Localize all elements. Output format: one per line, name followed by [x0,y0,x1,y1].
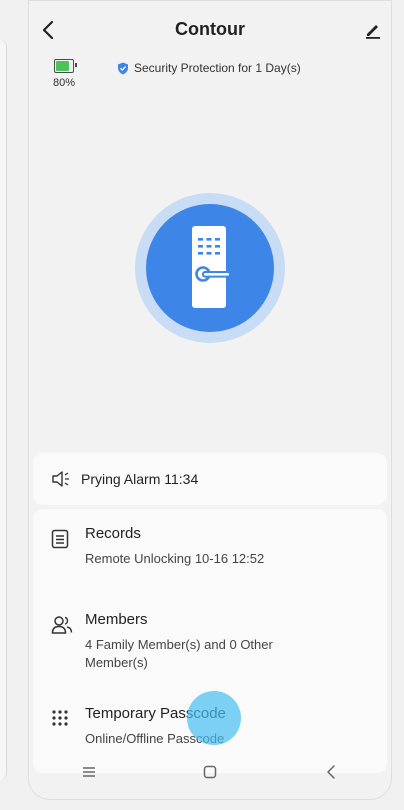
square-home-icon [203,765,217,779]
members-item[interactable]: Members 4 Family Member(s) and 0 Other M… [33,601,387,687]
lock-status-ring[interactable] [135,193,285,343]
prying-alarm-card[interactable]: Prying Alarm 11:34 [33,453,387,505]
home-button[interactable] [190,757,230,787]
header: Contour [29,1,391,57]
security-protection: Security Protection for 1 Day(s) [117,61,301,75]
records-subtitle: Remote Unlocking 10-16 12:52 [85,551,265,566]
app-window: Contour 80% Security Protection for 1 Da… [28,0,392,800]
back-arrow-icon [326,765,335,779]
recent-apps-button[interactable] [69,757,109,787]
system-back-button[interactable] [311,757,351,787]
records-title: Records [85,525,141,542]
battery-percent: 80% [52,77,76,89]
security-text: Security Protection for 1 Day(s) [134,61,301,75]
battery-level-fill [56,61,69,71]
records-item[interactable]: Records Remote Unlocking 10-16 12:52 [33,515,387,587]
page-title: Contour [175,19,245,39]
background-app-edge [0,40,7,780]
door-lock-icon [192,226,231,308]
system-nav-bar [29,745,391,799]
pencil-icon [366,25,380,39]
battery-icon [54,59,77,73]
alarm-text: Prying Alarm 11:34 [81,471,199,487]
shield-check-icon [118,62,128,74]
people-icon [51,616,73,634]
menu-icon [83,767,96,777]
lock-status-button[interactable] [146,204,274,332]
members-title: Members [85,611,148,628]
document-icon [51,529,69,549]
edit-button[interactable] [361,17,385,43]
keypad-icon [52,710,68,726]
touch-indicator [187,691,241,745]
info-cards: Prying Alarm 11:34 Records Remote Unlock… [33,453,387,773]
members-subtitle: 4 Family Member(s) and 0 Other Member(s) [85,637,273,670]
speaker-alarm-icon [52,471,69,487]
battery-status: 80% [49,59,79,89]
feature-list-card: Records Remote Unlocking 10-16 12:52 Mem… [33,509,387,773]
